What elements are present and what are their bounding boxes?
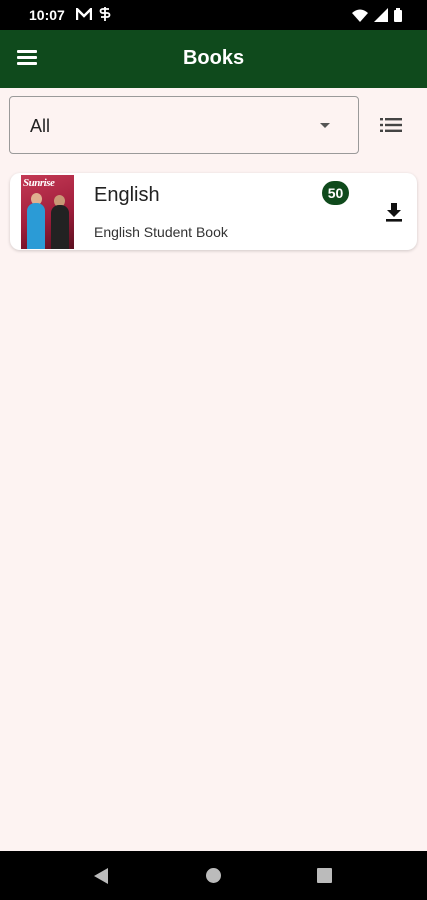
book-cover-title: Sunrise	[23, 177, 55, 189]
download-icon[interactable]	[382, 200, 406, 224]
m-icon	[75, 6, 93, 26]
list-view-icon[interactable]	[380, 117, 402, 135]
status-time: 10:07	[29, 7, 65, 23]
book-subtitle: English Student Book	[94, 224, 228, 240]
count-badge: 50	[322, 181, 349, 205]
battery-icon	[394, 8, 402, 27]
home-icon[interactable]	[206, 868, 221, 883]
book-title: English	[94, 184, 160, 206]
back-icon[interactable]	[94, 868, 108, 889]
page-title: Books	[182, 47, 245, 69]
app-bar: Books	[0, 30, 427, 88]
category-filter-dropdown[interactable]: All	[9, 96, 359, 154]
dropdown-arrow-icon	[320, 123, 330, 128]
signal-icon	[374, 8, 388, 27]
book-cover-image: Sunrise	[21, 175, 74, 249]
book-list-item[interactable]: Sunrise English English Student Book 50	[10, 173, 417, 250]
filter-selected-value: All	[30, 116, 51, 136]
status-bar: 10:07	[0, 0, 427, 30]
s-icon	[99, 7, 111, 26]
recents-icon[interactable]	[317, 868, 332, 883]
wifi-icon	[352, 9, 368, 27]
system-nav-bar	[0, 851, 427, 900]
